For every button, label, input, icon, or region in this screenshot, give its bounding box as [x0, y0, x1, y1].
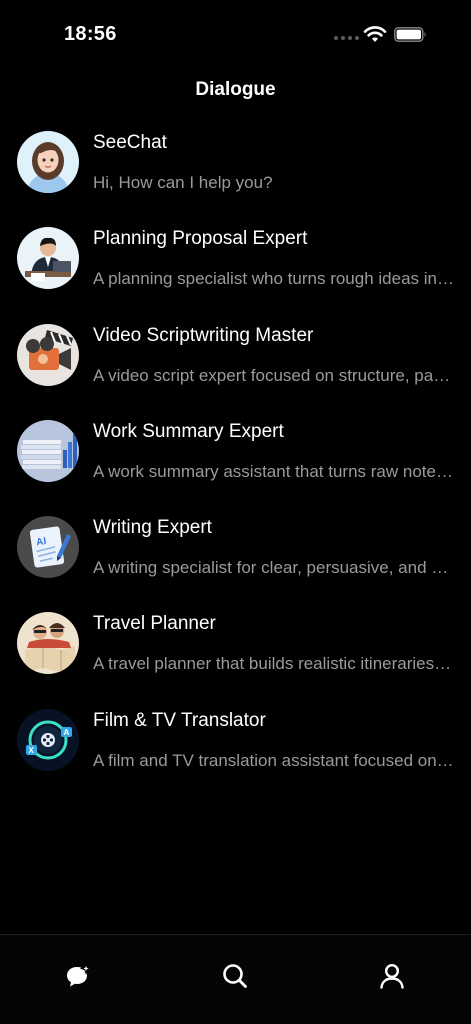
page-title: Dialogue: [195, 79, 276, 100]
chat-bubble-sparkle-icon: [67, 962, 92, 987]
woman-avatar-icon: [17, 131, 79, 193]
wifi-icon: [363, 26, 387, 42]
item-subtitle: A work summary assistant that turns raw …: [93, 461, 455, 481]
list-item-video-scriptwriting-master[interactable]: Video Scriptwriting Master A video scrip…: [0, 311, 471, 407]
person-icon: [380, 963, 404, 989]
item-subtitle: A writing specialist for clear, persuasi…: [93, 558, 455, 578]
svg-text:A: A: [64, 728, 70, 737]
list-item-planning-proposal-expert[interactable]: Planning Proposal Expert A planning spec…: [0, 214, 471, 310]
documents-chart-avatar-icon: [17, 419, 79, 482]
battery-icon: [394, 27, 426, 42]
ai-writing-avatar-icon: AI: [17, 516, 79, 579]
item-title: Planning Proposal Expert: [93, 228, 308, 250]
list-item-seechat[interactable]: SeeChat Hi, How can I help you?: [0, 118, 471, 214]
search-icon: [223, 964, 247, 988]
svg-text:AI: AI: [36, 536, 48, 548]
tab-chat[interactable]: [61, 959, 95, 993]
item-title: Travel Planner: [93, 613, 216, 635]
travelers-avatar-icon: [17, 612, 79, 675]
list-item-writing-expert[interactable]: AI Writing Expert A writing specialist f…: [0, 503, 471, 599]
item-title: Writing Expert: [93, 517, 212, 539]
tab-search[interactable]: [218, 959, 252, 993]
svg-text:X: X: [29, 746, 35, 755]
film-camera-avatar-icon: [17, 323, 79, 386]
translation-avatar-icon: X A: [17, 708, 79, 771]
list-item-work-summary-expert[interactable]: Work Summary Expert A work summary assis…: [0, 407, 471, 503]
businessman-avatar-icon: [17, 227, 79, 290]
item-title: Video Scriptwriting Master: [93, 324, 314, 346]
status-bar: 18:56: [0, 0, 471, 70]
item-title: SeeChat: [93, 132, 167, 153]
item-subtitle: A film and TV translation assistant focu…: [93, 750, 455, 770]
status-time: 18:56: [64, 23, 117, 45]
cellular-signal-icon: [334, 36, 359, 40]
item-title: Film & TV Translator: [93, 709, 266, 731]
bottom-tab-bar: [0, 934, 471, 1024]
item-title: Work Summary Expert: [93, 420, 284, 442]
item-subtitle: A video script expert focused on structu…: [93, 365, 455, 385]
assistant-list: SeeChat Hi, How can I help you? Planning…: [0, 118, 471, 792]
item-subtitle: A travel planner that builds realistic i…: [93, 654, 455, 674]
item-subtitle: Hi, How can I help you?: [93, 173, 273, 192]
item-subtitle: A planning specialist who turns rough id…: [93, 269, 455, 289]
tab-profile[interactable]: [375, 959, 409, 993]
list-item-film-tv-translator[interactable]: X A Film & TV Translator A film and TV t…: [0, 696, 471, 792]
list-item-travel-planner[interactable]: Travel Planner A travel planner that bui…: [0, 599, 471, 695]
